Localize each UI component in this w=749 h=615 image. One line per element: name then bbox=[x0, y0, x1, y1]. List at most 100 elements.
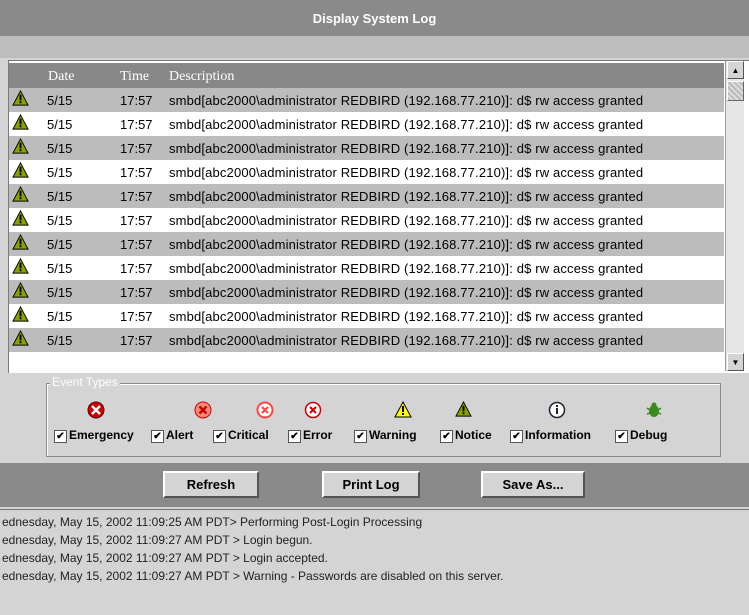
event-types-group: ✔ Emergency ✔ Alert ✔ Critical ✔ Error ✔ Warning ✔… bbox=[46, 383, 721, 457]
notice-checkbox[interactable]: ✔ bbox=[440, 430, 453, 443]
log-time: 17:57 bbox=[120, 261, 153, 276]
log-row[interactable]: 5/15 17:57 smbd[abc2000\administrator REDB… bbox=[9, 184, 724, 208]
scroll-thumb[interactable] bbox=[727, 81, 744, 101]
error-icon bbox=[304, 401, 322, 419]
debug-icon bbox=[645, 401, 663, 419]
log-row[interactable]: 5/15 17:57 smbd[abc2000\administrator REDB… bbox=[9, 328, 724, 352]
log-date: 5/15 bbox=[47, 93, 73, 108]
scroll-up-button[interactable]: ▲ bbox=[727, 61, 744, 79]
log-description: smbd[abc2000\administrator REDBIRD (192.… bbox=[169, 285, 644, 300]
debug-label: Debug bbox=[630, 428, 668, 442]
notice-icon bbox=[12, 305, 29, 323]
log-description: smbd[abc2000\administrator REDBIRD (192.… bbox=[169, 261, 644, 276]
notice-icon bbox=[12, 113, 29, 131]
log-row[interactable]: 5/15 17:57 smbd[abc2000\administrator REDB… bbox=[9, 256, 724, 280]
log-date: 5/15 bbox=[47, 189, 73, 204]
log-time: 17:57 bbox=[120, 165, 153, 180]
log-time: 17:57 bbox=[120, 333, 153, 348]
log-header: Date Time Description bbox=[9, 63, 724, 88]
log-date: 5/15 bbox=[47, 165, 73, 180]
log-row[interactable]: 5/15 17:57 smbd[abc2000\administrator REDB… bbox=[9, 136, 724, 160]
log-description: smbd[abc2000\administrator REDBIRD (192.… bbox=[169, 237, 644, 252]
alert-icon bbox=[194, 401, 212, 419]
notice-icon bbox=[12, 89, 29, 107]
information-icon bbox=[548, 401, 566, 419]
notice-icon bbox=[12, 281, 29, 299]
log-row[interactable]: 5/15 17:57 smbd[abc2000\administrator REDB… bbox=[9, 88, 724, 112]
log-description: smbd[abc2000\administrator REDBIRD (192.… bbox=[169, 141, 644, 156]
log-time: 17:57 bbox=[120, 141, 153, 156]
console-output: ednesday, May 15, 2002 11:09:25 AM PDT> … bbox=[0, 509, 749, 615]
log-description: smbd[abc2000\administrator REDBIRD (192.… bbox=[169, 333, 644, 348]
window-title: Display System Log bbox=[0, 0, 749, 36]
log-time: 17:57 bbox=[120, 93, 153, 108]
log-time: 17:57 bbox=[120, 213, 153, 228]
information-label: Information bbox=[525, 428, 591, 442]
notice-icon bbox=[12, 209, 29, 227]
console-line: ednesday, May 15, 2002 11:09:27 AM PDT >… bbox=[2, 551, 328, 565]
refresh-button[interactable]: Refresh bbox=[163, 471, 259, 498]
event-types-legend: Event Types bbox=[50, 375, 120, 389]
log-row[interactable]: 5/15 17:57 smbd[abc2000\administrator REDB… bbox=[9, 232, 724, 256]
notice-label: Notice bbox=[455, 428, 492, 442]
log-scrollbar[interactable]: ▲ ▼ bbox=[725, 61, 744, 371]
log-row[interactable]: 5/15 17:57 smbd[abc2000\administrator REDB… bbox=[9, 208, 724, 232]
alert-checkbox[interactable]: ✔ bbox=[151, 430, 164, 443]
print-log-button[interactable]: Print Log bbox=[322, 471, 420, 498]
log-date: 5/15 bbox=[47, 333, 73, 348]
log-time: 17:57 bbox=[120, 309, 153, 324]
notice-icon bbox=[12, 161, 29, 179]
warning-label: Warning bbox=[369, 428, 417, 442]
log-date: 5/15 bbox=[47, 213, 73, 228]
toolbar-strip bbox=[0, 36, 749, 58]
debug-checkbox[interactable]: ✔ bbox=[615, 430, 628, 443]
save-as-button[interactable]: Save As... bbox=[481, 471, 585, 498]
log-description: smbd[abc2000\administrator REDBIRD (192.… bbox=[169, 189, 644, 204]
log-description: smbd[abc2000\administrator REDBIRD (192.… bbox=[169, 165, 644, 180]
warning-icon bbox=[394, 400, 412, 419]
log-time: 17:57 bbox=[120, 237, 153, 252]
critical-icon bbox=[256, 401, 274, 419]
log-rows: 5/15 17:57 smbd[abc2000\administrator REDB… bbox=[9, 88, 724, 352]
error-label: Error bbox=[303, 428, 333, 442]
log-date: 5/15 bbox=[47, 141, 73, 156]
log-table: Date Time Description 5/15 17:57 smbd[abc2… bbox=[8, 60, 749, 373]
information-checkbox[interactable]: ✔ bbox=[510, 430, 523, 443]
notice-icon bbox=[455, 400, 473, 419]
critical-label: Critical bbox=[228, 428, 269, 442]
log-description: smbd[abc2000\administrator REDBIRD (192.… bbox=[169, 213, 644, 228]
scroll-down-button[interactable]: ▼ bbox=[727, 353, 744, 371]
log-description: smbd[abc2000\administrator REDBIRD (192.… bbox=[169, 117, 644, 132]
log-date: 5/15 bbox=[47, 117, 73, 132]
log-row[interactable]: 5/15 17:57 smbd[abc2000\administrator REDB… bbox=[9, 280, 724, 304]
notice-icon bbox=[12, 137, 29, 155]
emergency-icon bbox=[87, 401, 105, 419]
log-time: 17:57 bbox=[120, 117, 153, 132]
alert-label: Alert bbox=[166, 428, 194, 442]
console-line: ednesday, May 15, 2002 11:09:27 AM PDT >… bbox=[2, 533, 313, 547]
log-date: 5/15 bbox=[47, 285, 73, 300]
warning-checkbox[interactable]: ✔ bbox=[354, 430, 367, 443]
console-line: ednesday, May 15, 2002 11:09:25 AM PDT> … bbox=[2, 515, 423, 529]
log-description: smbd[abc2000\administrator REDBIRD (192.… bbox=[169, 93, 644, 108]
notice-icon bbox=[12, 185, 29, 203]
log-row[interactable]: 5/15 17:57 smbd[abc2000\administrator REDB… bbox=[9, 304, 724, 328]
notice-icon bbox=[12, 329, 29, 347]
log-date: 5/15 bbox=[47, 261, 73, 276]
critical-checkbox[interactable]: ✔ bbox=[213, 430, 226, 443]
error-checkbox[interactable]: ✔ bbox=[288, 430, 301, 443]
log-description: smbd[abc2000\administrator REDBIRD (192.… bbox=[169, 309, 644, 324]
log-time: 17:57 bbox=[120, 285, 153, 300]
log-date: 5/15 bbox=[47, 237, 73, 252]
column-date[interactable]: Date bbox=[48, 69, 74, 85]
column-description[interactable]: Description bbox=[169, 69, 234, 85]
log-row[interactable]: 5/15 17:57 smbd[abc2000\administrator REDB… bbox=[9, 160, 724, 184]
notice-icon bbox=[12, 257, 29, 275]
log-row[interactable]: 5/15 17:57 smbd[abc2000\administrator REDB… bbox=[9, 112, 724, 136]
console-line: ednesday, May 15, 2002 11:09:27 AM PDT >… bbox=[2, 569, 504, 583]
emergency-checkbox[interactable]: ✔ bbox=[54, 430, 67, 443]
log-date: 5/15 bbox=[47, 309, 73, 324]
notice-icon bbox=[12, 233, 29, 251]
emergency-label: Emergency bbox=[69, 428, 134, 442]
column-time[interactable]: Time bbox=[120, 69, 149, 85]
